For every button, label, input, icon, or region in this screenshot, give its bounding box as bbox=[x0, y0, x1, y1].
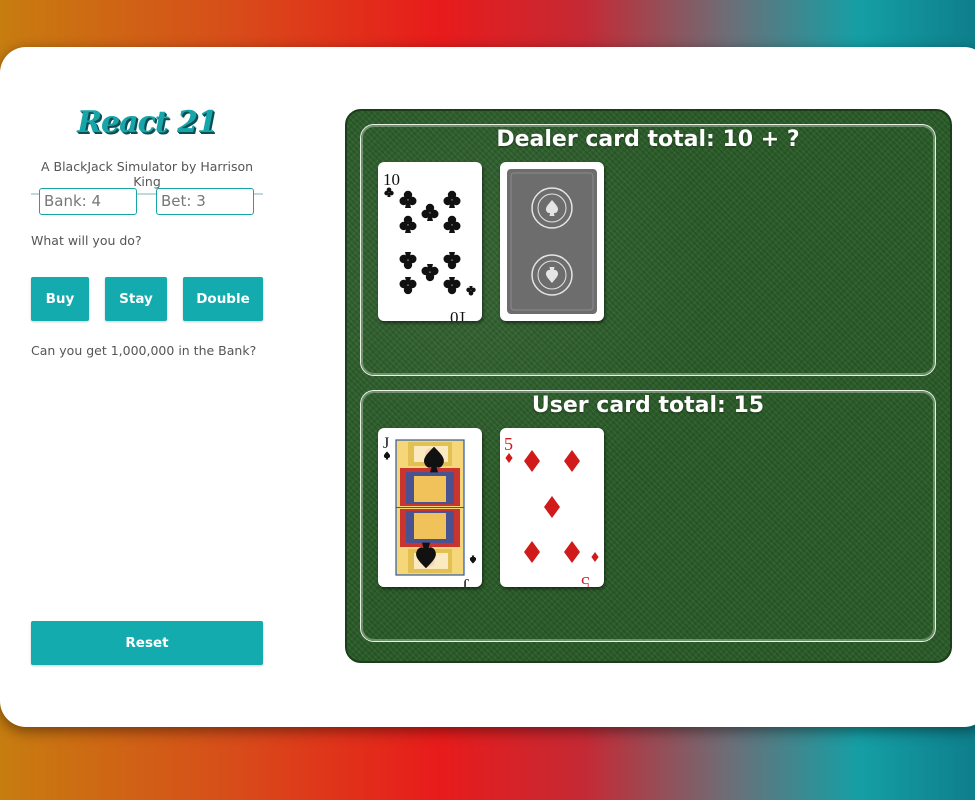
svg-text:10: 10 bbox=[383, 170, 400, 189]
user-total: User card total: 15 bbox=[531, 393, 765, 418]
ten-of-clubs-face: 10 10 bbox=[383, 170, 476, 321]
jack-of-spades-face: J J bbox=[383, 435, 477, 587]
user-area: User card total: 15 J J 5 5 bbox=[360, 390, 936, 642]
dealer-total: Dealer card total: 10 + ? bbox=[496, 127, 800, 152]
svg-text:10: 10 bbox=[450, 308, 467, 321]
svg-text:5: 5 bbox=[581, 573, 590, 587]
bank-display: Bank: 4 bbox=[39, 188, 137, 215]
bet-display: Bet: 3 bbox=[156, 188, 254, 215]
svg-text:5: 5 bbox=[504, 434, 513, 454]
svg-text:J: J bbox=[463, 575, 469, 587]
buy-button[interactable]: Buy bbox=[31, 277, 89, 321]
card-back-icon bbox=[507, 169, 597, 314]
reset-button[interactable]: Reset bbox=[31, 621, 263, 665]
dealer-area: Dealer card total: 10 + ? 10 10 bbox=[360, 124, 936, 376]
action-prompt: What will you do? bbox=[31, 233, 142, 248]
svg-text:J: J bbox=[383, 435, 389, 452]
challenge-text: Can you get 1,000,000 in the Bank? bbox=[31, 343, 257, 358]
game-table: Dealer card total: 10 + ? 10 10 User car… bbox=[345, 109, 952, 663]
dealer-card-10-clubs[interactable]: 10 10 bbox=[378, 162, 482, 321]
five-of-diamonds-face: 5 5 bbox=[504, 434, 599, 587]
double-button[interactable]: Double bbox=[183, 277, 263, 321]
dealer-card-face-down[interactable] bbox=[500, 162, 604, 321]
app-window: React 21 A BlackJack Simulator by Harris… bbox=[0, 47, 975, 727]
stay-button[interactable]: Stay bbox=[105, 277, 167, 321]
user-card-jack-spades[interactable]: J J bbox=[378, 428, 482, 587]
app-logo: React 21 bbox=[77, 105, 218, 140]
user-card-5-diamonds[interactable]: 5 5 bbox=[500, 428, 604, 587]
